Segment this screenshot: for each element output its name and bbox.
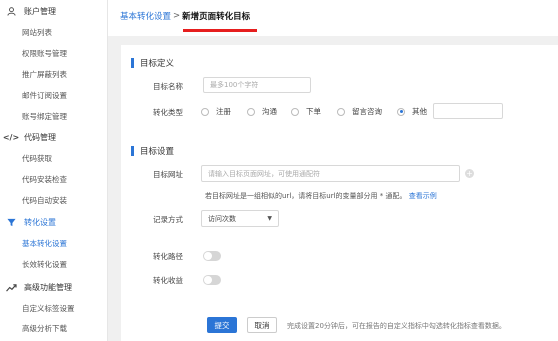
sidebar-item-basic-conversion[interactable]: 基本转化设置 [22,237,67,251]
radio-label: 下单 [306,107,321,116]
section-marker [131,146,134,156]
sidebar-item-code-check[interactable]: 代码安装检查 [22,173,67,187]
radio-circle [201,107,209,116]
radio-other[interactable]: 其他 [397,106,427,117]
conversion-path-toggle[interactable] [203,251,221,261]
sidebar-item-account-binding[interactable]: 账号绑定管理 [22,110,67,124]
radio-register[interactable]: 注册 [201,106,231,117]
radio-label: 留言咨询 [352,107,382,116]
trend-icon [4,283,18,292]
submit-button[interactable]: 提交 [207,317,237,333]
breadcrumb: 基本转化设置 > 新增页面转化目标 [120,10,250,22]
record-method-value: 访问次数 [208,214,236,223]
sidebar-item-permission-accounts[interactable]: 权限账号管理 [22,47,67,61]
view-example-link[interactable]: 查看示例 [409,192,437,200]
radio-label: 注册 [216,107,231,116]
highlight-underline [183,29,257,32]
funnel-icon [4,218,18,227]
record-method-select[interactable]: 访问次数 ▼ [201,210,279,227]
sidebar-section-label: 账户管理 [24,6,56,16]
radio-circle [247,107,255,116]
header: 基本转化设置 > 新增页面转化目标 [108,0,558,36]
url-hint-text: 若目标网址是一组相似的url，请将目标url的变量部分用 * 通配。 [205,192,407,200]
sidebar-section-conversion[interactable]: 转化设置 [0,213,108,231]
sidebar-section-code[interactable]: </> 代码管理 [0,128,108,146]
conversion-path-label: 转化路径 [153,252,183,261]
record-method-label: 记录方式 [153,215,183,224]
radio-circle [337,107,345,116]
radio-circle-selected [397,107,405,116]
radio-circle [291,107,299,116]
radio-order[interactable]: 下单 [291,106,321,117]
sidebar-item-custom-tags[interactable]: 自定义标签设置 [22,302,75,316]
footer-note: 完成设置20分钟后，可在报告的自定义指标中勾选转化指标查看数据。 [287,322,506,330]
code-icon: </> [2,132,20,142]
goal-url-input[interactable]: 请输入目标页面网址，可使用通配符 [201,165,460,182]
conversion-revenue-toggle[interactable] [203,275,221,285]
sidebar-section-advanced[interactable]: 高级功能管理 [0,278,108,296]
conversion-revenue-label: 转化收益 [153,276,183,285]
url-hint: 若目标网址是一组相似的url，请将目标url的变量部分用 * 通配。 查看示例 [205,191,437,201]
radio-message[interactable]: 留言咨询 [337,106,382,117]
section-title-text: 目标定义 [140,59,175,69]
section-marker [131,58,134,68]
sidebar-item-site-list[interactable]: 网站列表 [22,26,52,40]
caret-down-icon: ▼ [267,215,272,222]
sidebar-item-code-auto-install[interactable]: 代码自动安装 [22,194,67,208]
breadcrumb-parent-link[interactable]: 基本转化设置 [120,10,171,22]
breadcrumb-separator: > [173,11,181,21]
user-icon [4,6,18,16]
cancel-button[interactable]: 取消 [247,317,277,333]
add-url-icon[interactable]: + [465,169,474,178]
sidebar-section-account[interactable]: 账户管理 [0,2,108,20]
sidebar: 账户管理 网站列表 权限账号管理 推广屏蔽列表 邮件订阅设置 账号绑定管理 </… [0,0,108,341]
page-title: 新增页面转化目标 [182,12,251,22]
other-type-input[interactable] [433,103,503,119]
goal-name-label: 目标名称 [153,82,183,91]
sidebar-item-advanced-download[interactable]: 高级分析下载 [22,322,67,336]
goal-url-label: 目标网址 [153,170,183,179]
goal-setting-title: 目标设置 [131,145,174,157]
sidebar-item-mail-subscription[interactable]: 邮件订阅设置 [22,89,67,103]
sidebar-item-long-term-conversion[interactable]: 长效转化设置 [22,258,67,272]
section-title-text: 目标设置 [140,147,175,157]
radio-label: 沟通 [262,107,277,116]
form-panel: 目标定义 目标名称 最多100个字符 转化类型 注册 沟通 下单 留言咨询 其他… [121,45,558,341]
sidebar-item-promo-block-list[interactable]: 推广屏蔽列表 [22,68,67,82]
toggle-knob [204,276,212,284]
goal-definition-title: 目标定义 [131,57,174,69]
radio-communicate[interactable]: 沟通 [247,106,277,117]
sidebar-section-label: 高级功能管理 [24,282,72,292]
sidebar-item-code-get[interactable]: 代码获取 [22,152,52,166]
conversion-type-label: 转化类型 [153,108,183,117]
toggle-knob [204,252,212,260]
sidebar-section-label: 代码管理 [24,132,56,142]
goal-name-input[interactable]: 最多100个字符 [203,77,311,93]
sidebar-section-label: 转化设置 [24,217,56,227]
radio-label: 其他 [412,107,427,116]
